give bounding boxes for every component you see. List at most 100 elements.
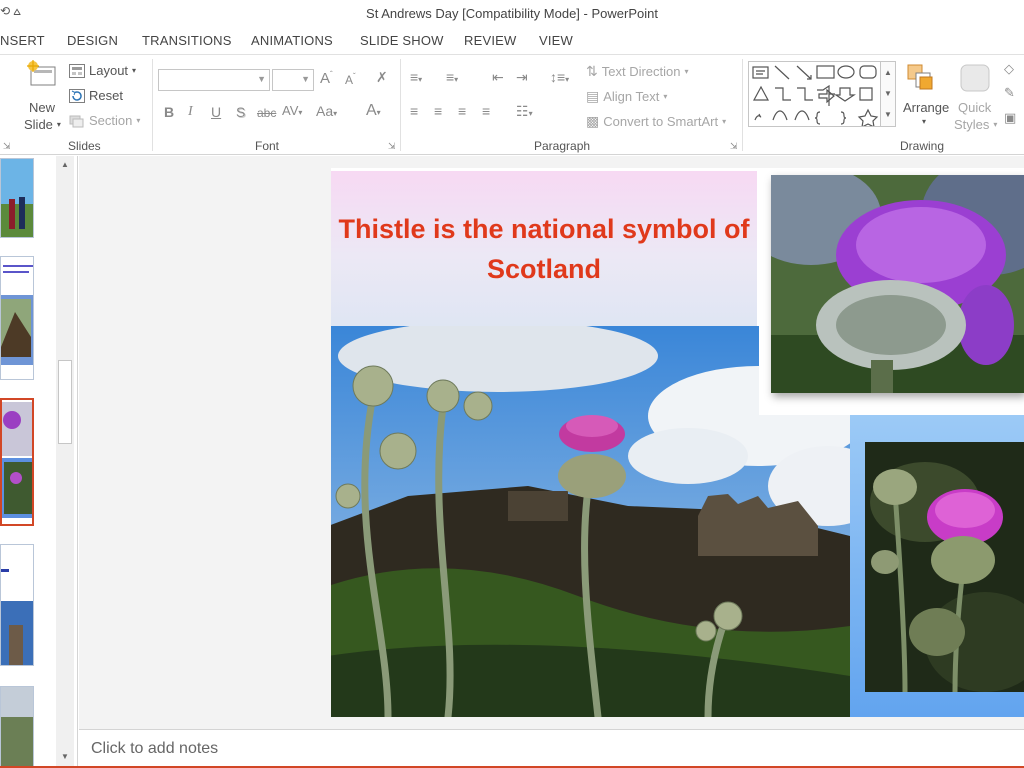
tab-transitions[interactable]: TRANSITIONS <box>142 33 232 48</box>
tab-insert[interactable]: NSERT <box>0 33 45 48</box>
reset-button[interactable]: Reset <box>69 88 123 103</box>
shrink-font-button[interactable]: Aˇ <box>345 72 356 87</box>
shadow-button[interactable]: S <box>236 104 245 120</box>
bullets-icon[interactable]: ≡▾ <box>410 69 422 85</box>
chevron-down-icon: ▾ <box>922 117 927 126</box>
separator <box>742 59 743 151</box>
shapes-gallery-icons <box>752 65 879 129</box>
underline-button[interactable]: U <box>211 104 221 120</box>
slide-thumbnail[interactable] <box>0 544 34 666</box>
reset-label: Reset <box>89 88 123 103</box>
arrange-label: Arrange <box>903 100 950 115</box>
tab-review[interactable]: REVIEW <box>464 33 516 48</box>
shape-outline-icon[interactable]: ✎ <box>1004 85 1015 101</box>
slide-thumbnail-image <box>1 159 33 237</box>
quick-styles-button[interactable] <box>958 61 992 93</box>
arrange-icon <box>907 64 933 90</box>
shape-fill-icon[interactable]: ◇ <box>1004 61 1014 77</box>
thistle-closeup-photo[interactable] <box>771 175 1024 393</box>
font-group-label: Font <box>255 139 280 153</box>
slide[interactable]: Thistle is the national symbol of Scotla… <box>331 168 1024 717</box>
chevron-down-icon: ▼ <box>301 74 310 84</box>
shapes-gallery-scroll[interactable]: ▲ ▼ ▼ <box>881 61 896 127</box>
align-text-icon: ▤ <box>586 88 600 104</box>
section-icon <box>69 115 84 127</box>
new-slide-button[interactable] <box>24 59 60 93</box>
notes-placeholder[interactable]: Click to add notes <box>91 740 218 758</box>
paragraph-group-label: Paragraph <box>534 139 591 153</box>
section-button[interactable]: Section ▾ <box>69 113 140 128</box>
strikethrough-button[interactable]: abc <box>257 106 276 120</box>
font-family-combo[interactable]: ▼ <box>158 69 270 91</box>
title-bar: ⟲ ⩟ St Andrews Day [Compatibility Mode] … <box>0 0 1024 28</box>
numbering-icon[interactable]: ≡▾ <box>446 69 458 85</box>
slide-thumbnail-image <box>2 402 32 518</box>
font-color-button[interactable]: A▾ <box>366 102 381 120</box>
scroll-up-icon[interactable]: ▲ <box>59 160 71 172</box>
thistle-closeup-image <box>771 175 1024 393</box>
slide-thumbnail-image <box>1 545 33 665</box>
line-spacing-icon[interactable]: ↕≡▾ <box>550 69 569 85</box>
new-slide-icon <box>27 60 56 86</box>
columns-icon[interactable]: ☷▾ <box>516 103 533 120</box>
font-size-combo[interactable]: ▼ <box>272 69 314 91</box>
italic-button[interactable]: I <box>188 104 193 120</box>
paragraph-launcher-icon[interactable]: ⇲ <box>730 141 738 152</box>
scrollbar-thumb[interactable] <box>58 360 72 444</box>
text-direction-label: Text Direction <box>601 64 681 79</box>
scroll-down-icon[interactable]: ▼ <box>59 752 71 764</box>
text-direction-button[interactable]: ⇅ Text Direction ▾ <box>586 63 689 80</box>
text-direction-icon: ⇅ <box>586 63 598 79</box>
tab-slide-show[interactable]: SLIDE SHOW <box>360 33 444 48</box>
clipboard-launcher-icon[interactable]: ⇲ <box>3 141 11 152</box>
justify-icon[interactable]: ≡ <box>482 103 490 119</box>
ribbon: New Slide ▾ Layout ▾ Reset Section ▾ Slides… <box>0 54 1024 155</box>
tab-view[interactable]: VIEW <box>539 33 573 48</box>
chevron-down-icon: ▼ <box>257 74 266 84</box>
align-text-button[interactable]: ▤ Align Text ▾ <box>586 88 667 105</box>
change-case-button[interactable]: Aa▾ <box>316 103 337 119</box>
slide-thumbnail[interactable] <box>0 256 34 380</box>
layout-icon <box>69 63 85 78</box>
slide-title[interactable]: Thistle is the national symbol of Scotla… <box>331 209 757 289</box>
drawing-group-label: Drawing <box>900 139 945 153</box>
increase-indent-icon[interactable]: ⇥ <box>516 69 528 86</box>
slides-group-label: Slides <box>68 139 101 153</box>
smartart-icon: ▩ <box>586 113 600 129</box>
window-title: St Andrews Day [Compatibility Mode] - Po… <box>366 6 658 21</box>
slide-thumbnail[interactable] <box>0 158 34 238</box>
arrange-button[interactable] <box>904 61 936 93</box>
slide-thumbnail[interactable] <box>0 686 34 768</box>
align-center-icon[interactable]: ≡ <box>434 103 442 119</box>
align-right-icon[interactable]: ≡ <box>458 103 466 119</box>
layout-button[interactable]: Layout ▾ <box>69 63 136 78</box>
tab-design[interactable]: DESIGN <box>67 33 118 48</box>
align-left-icon[interactable]: ≡ <box>410 103 418 119</box>
tab-animations[interactable]: ANIMATIONS <box>251 33 333 48</box>
font-launcher-icon[interactable]: ⇲ <box>388 141 396 152</box>
new-slide-label: New <box>29 100 56 115</box>
shapes-gallery[interactable] <box>748 61 881 129</box>
shape-effects-icon[interactable]: ▣ <box>1004 110 1016 126</box>
grow-font-button[interactable]: Aˆ <box>320 70 333 87</box>
character-spacing-button[interactable]: AV▾ <box>282 103 302 118</box>
notes-pane[interactable]: Click to add notes <box>79 729 1024 768</box>
reset-icon <box>69 88 85 103</box>
title-placeholder[interactable]: Thistle is the national symbol of Scotla… <box>331 171 757 326</box>
convert-smartart-button[interactable]: ▩ Convert to SmartArt ▾ <box>586 113 726 130</box>
slide-thumbnail-selected[interactable] <box>0 398 34 526</box>
slide-canvas: Thistle is the national symbol of Scotla… <box>79 156 1024 729</box>
quick-styles-label-2: Styles ▾ <box>954 117 998 132</box>
thistle-buds-photo[interactable] <box>865 442 1024 692</box>
slide-thumbnail-image <box>1 687 33 767</box>
convert-smartart-label: Convert to SmartArt <box>603 114 719 129</box>
separator <box>400 59 401 151</box>
decrease-indent-icon[interactable]: ⇤ <box>492 69 504 86</box>
bold-button[interactable]: B <box>164 104 174 120</box>
quick-styles-icon <box>960 64 990 92</box>
new-slide-label-2: Slide ▾ <box>24 117 61 132</box>
section-label: Section <box>89 113 133 128</box>
clear-formatting-icon[interactable]: ✗ <box>376 69 388 86</box>
slide-thumbnail-image <box>1 265 33 365</box>
thumbnail-scrollbar[interactable]: ▲ ▼ <box>56 156 74 768</box>
